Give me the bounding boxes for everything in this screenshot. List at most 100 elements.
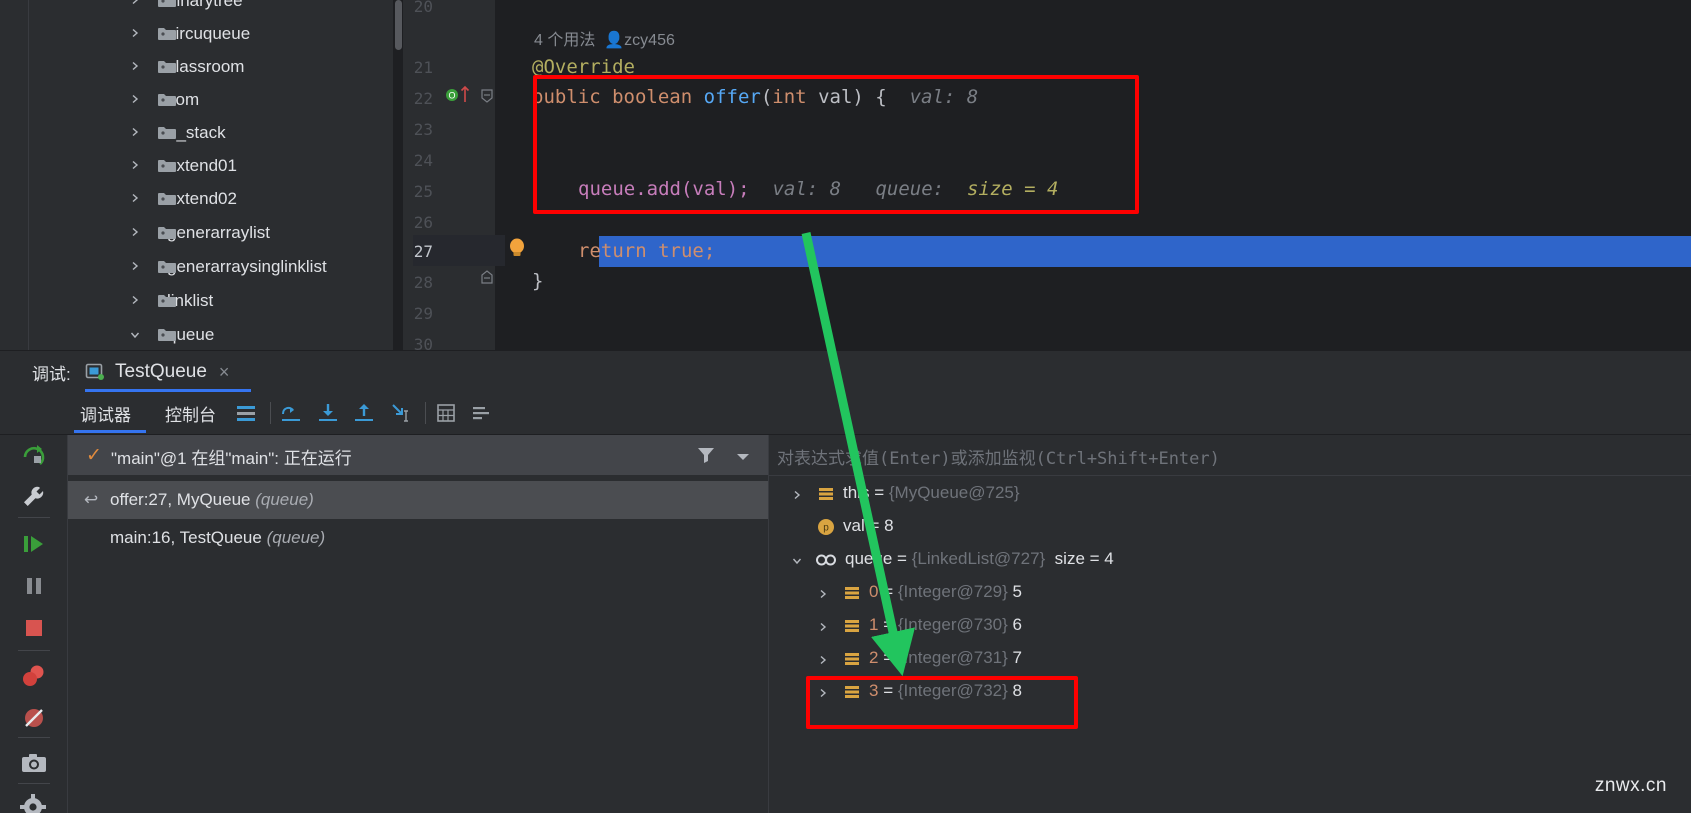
variable-row-val[interactable]: p val = 8 bbox=[769, 510, 1691, 544]
chevron-right-icon[interactable] bbox=[129, 192, 141, 204]
watch-expression-bar[interactable]: 对表达式求值(Enter)或添加监视(Ctrl+Shift+Enter) bbox=[769, 435, 1691, 475]
debug-tool-window: 调试: TestQueue × 调试器 控制台 ✓ "main"@1 在组"ma… bbox=[0, 350, 1691, 813]
tab-console[interactable]: 控制台 bbox=[165, 401, 216, 426]
tree-item-extend02[interactable]: extend02 bbox=[29, 182, 237, 216]
tree-item-circuqueue[interactable]: circuqueue bbox=[29, 17, 250, 51]
element-icon bbox=[843, 617, 861, 635]
variable-row-index-1[interactable]: 1 = {Integer@730} 6 bbox=[769, 609, 1691, 643]
tree-item-extend01[interactable]: extend01 bbox=[29, 149, 237, 183]
chevron-right-icon[interactable] bbox=[129, 260, 141, 272]
code-line-closing-brace: } bbox=[532, 270, 544, 292]
thread-selector[interactable]: ✓ "main"@1 在组"main": 正在运行 bbox=[68, 435, 768, 475]
code-line-signature: public boolean offer(int val) { val: 8 bbox=[532, 86, 979, 108]
frame-row-main[interactable]: main:16, TestQueue (queue) bbox=[68, 519, 768, 557]
tree-item-e_stack[interactable]: e_stack bbox=[29, 116, 226, 150]
chevron-right-icon[interactable] bbox=[817, 620, 829, 632]
chevron-down-icon[interactable] bbox=[129, 329, 141, 341]
current-line-highlight bbox=[599, 236, 1691, 267]
run-to-cursor-icon[interactable] bbox=[390, 402, 412, 424]
thread-status-text: "main"@1 在组"main": 正在运行 bbox=[111, 449, 352, 468]
variables-panel: 对表达式求值(Enter)或添加监视(Ctrl+Shift+Enter) thi… bbox=[769, 435, 1691, 813]
close-icon[interactable]: × bbox=[219, 362, 230, 383]
tree-item-label: generarraylist bbox=[167, 222, 270, 242]
view-breakpoints-icon[interactable] bbox=[19, 661, 49, 691]
chevron-right-icon[interactable] bbox=[817, 686, 829, 698]
top-region: binarytree circuqueue classroom com e_st… bbox=[0, 0, 1691, 354]
tree-item-com[interactable]: com bbox=[29, 83, 199, 117]
mute-breakpoints-icon[interactable] bbox=[19, 703, 49, 733]
chevron-right-icon[interactable] bbox=[129, 93, 141, 105]
evaluate-expression-icon[interactable] bbox=[435, 402, 457, 424]
variable-row-index-3[interactable]: 3 = {Integer@732} 8 bbox=[769, 675, 1691, 709]
resume-program-icon[interactable] bbox=[19, 529, 49, 559]
line-number: 24 bbox=[413, 151, 433, 170]
step-into-icon[interactable] bbox=[317, 402, 339, 424]
usage-hint[interactable]: 4 个用法 👤zcy456 bbox=[534, 26, 675, 50]
code-editor[interactable]: 20 21 22 23 24 25 26 27 28 29 30 O 4 个用法… bbox=[393, 0, 1691, 354]
collection-icon bbox=[815, 551, 836, 569]
override-arrow-icon[interactable] bbox=[460, 85, 470, 108]
camera-icon[interactable] bbox=[19, 749, 49, 779]
tree-item-generarraylist[interactable]: generarraylist bbox=[29, 216, 270, 250]
side-toolbar-divider-3 bbox=[18, 737, 50, 738]
element-icon bbox=[843, 584, 861, 602]
tree-item-binarytree[interactable]: binarytree bbox=[29, 0, 243, 18]
tree-item-label: classroom bbox=[167, 56, 245, 76]
editor-gutter[interactable]: 20 21 22 23 24 25 26 27 28 29 30 O bbox=[403, 0, 524, 354]
tree-item-queue[interactable]: queue bbox=[29, 318, 214, 352]
editor-scrollbar[interactable] bbox=[393, 0, 403, 350]
ide-window: binarytree circuqueue classroom com e_st… bbox=[0, 0, 1691, 813]
variable-text: 0 = {Integer@729} 5 bbox=[869, 582, 1022, 601]
debug-session-tab[interactable]: TestQueue × bbox=[85, 353, 229, 391]
chevron-down-icon[interactable] bbox=[736, 449, 750, 460]
variable-row-index-0[interactable]: 0 = {Integer@729} 5 bbox=[769, 576, 1691, 610]
chevron-right-icon[interactable] bbox=[817, 587, 829, 599]
chevron-right-icon[interactable] bbox=[129, 27, 141, 39]
chevron-down-icon[interactable] bbox=[791, 554, 803, 566]
tree-item-label: binarytree bbox=[167, 0, 243, 10]
pause-program-icon[interactable] bbox=[19, 571, 49, 601]
rerun-icon[interactable] bbox=[19, 441, 49, 471]
code-line-annotation: @Override bbox=[532, 56, 635, 78]
code-content[interactable]: 4 个用法 👤zcy456 @Override public boolean o… bbox=[496, 0, 1691, 350]
chevron-right-icon[interactable] bbox=[129, 0, 141, 6]
settings-list-icon[interactable] bbox=[470, 402, 492, 424]
gear-icon[interactable] bbox=[19, 793, 49, 813]
code-fold-icon[interactable] bbox=[479, 88, 495, 109]
method-implementation-icon[interactable]: O bbox=[445, 88, 459, 107]
chevron-right-icon[interactable] bbox=[129, 159, 141, 171]
folder-icon bbox=[157, 158, 177, 174]
tree-item-linklist[interactable]: linklist bbox=[29, 284, 213, 318]
chevron-right-icon[interactable] bbox=[129, 226, 141, 238]
chevron-right-icon[interactable] bbox=[129, 126, 141, 138]
line-number: 23 bbox=[413, 120, 433, 139]
chevron-right-icon[interactable] bbox=[817, 653, 829, 665]
layout-settings-icon[interactable] bbox=[235, 402, 257, 424]
tree-item-generarraysinglinklist[interactable]: generarraysinglinklist bbox=[29, 250, 327, 284]
variable-row-this[interactable]: this = {MyQueue@725} bbox=[769, 477, 1691, 511]
frame-row-offer[interactable]: ↩ offer:27, MyQueue (queue) bbox=[68, 481, 768, 519]
tree-item-label: extend01 bbox=[167, 155, 237, 175]
filter-icon[interactable] bbox=[696, 445, 716, 465]
watch-expression-placeholder: 对表达式求值(Enter)或添加监视(Ctrl+Shift+Enter) bbox=[777, 449, 1220, 469]
tab-debugger[interactable]: 调试器 bbox=[80, 401, 131, 426]
chevron-right-icon[interactable] bbox=[129, 294, 141, 306]
step-out-icon[interactable] bbox=[353, 402, 375, 424]
folder-icon bbox=[157, 26, 177, 42]
step-over-icon[interactable] bbox=[280, 402, 302, 424]
variable-row-queue[interactable]: queue = {LinkedList@727} size = 4 bbox=[769, 543, 1691, 577]
wrench-icon[interactable] bbox=[19, 483, 49, 513]
folder-icon bbox=[157, 191, 177, 207]
line-number: 20 bbox=[413, 0, 433, 16]
chevron-right-icon[interactable] bbox=[129, 60, 141, 72]
line-number: 21 bbox=[413, 58, 433, 77]
stop-program-icon[interactable] bbox=[19, 613, 49, 643]
variable-text: 1 = {Integer@730} 6 bbox=[869, 615, 1022, 634]
chevron-right-icon[interactable] bbox=[791, 488, 803, 500]
line-number: 29 bbox=[413, 304, 433, 323]
tree-item-classroom[interactable]: classroom bbox=[29, 50, 244, 84]
variable-text: queue = {LinkedList@727} size = 4 bbox=[845, 549, 1114, 568]
code-fold-end-icon[interactable] bbox=[479, 269, 495, 290]
side-toolbar-divider-2 bbox=[18, 650, 50, 651]
variable-row-index-2[interactable]: 2 = {Integer@731} 7 bbox=[769, 642, 1691, 676]
